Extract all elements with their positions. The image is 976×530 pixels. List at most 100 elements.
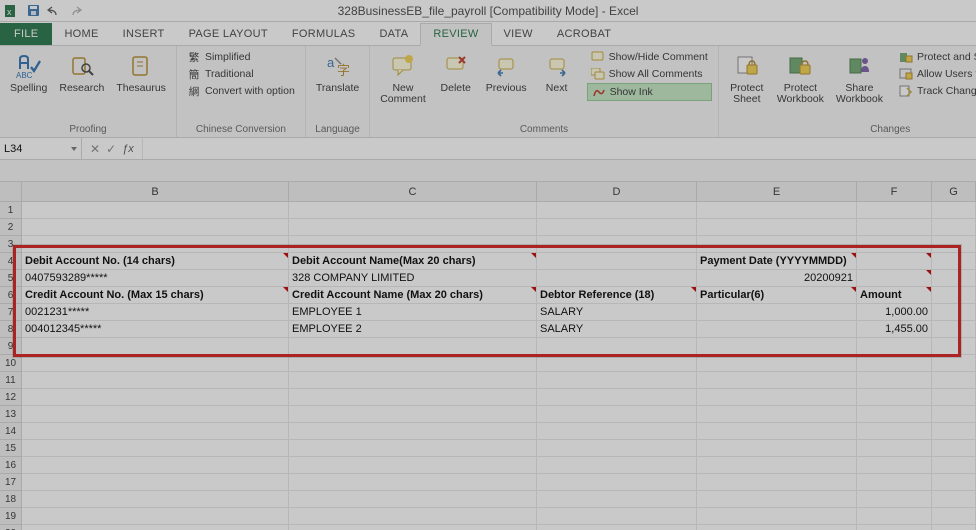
cell-C6[interactable]: Credit Account Name (Max 20 chars) — [289, 287, 537, 304]
row-header-3[interactable]: 3 — [0, 236, 22, 253]
svg-text:字: 字 — [337, 63, 350, 78]
cell-B5[interactable]: 0407593289***** — [22, 270, 289, 287]
cell-D8[interactable]: SALARY — [537, 321, 697, 338]
tab-acrobat[interactable]: ACROBAT — [545, 24, 623, 45]
row-header-5[interactable]: 5 — [0, 270, 22, 287]
group-comments-label: Comments — [376, 123, 712, 135]
convert-option-button[interactable]: 䋞Convert with option — [183, 83, 299, 99]
cell-C5[interactable]: 328 COMPANY LIMITED — [289, 270, 537, 287]
name-box[interactable]: L34 — [0, 138, 82, 159]
col-header-B[interactable]: B — [22, 182, 289, 202]
row-header-7[interactable]: 7 — [0, 304, 22, 321]
row-header-16[interactable]: 16 — [0, 457, 22, 474]
cell-D5[interactable] — [537, 270, 697, 287]
row-header-13[interactable]: 13 — [0, 406, 22, 423]
col-header-E[interactable]: E — [697, 182, 857, 202]
row-header-14[interactable]: 14 — [0, 423, 22, 440]
fx-label[interactable]: ƒx — [122, 143, 134, 155]
save-icon[interactable] — [25, 3, 41, 19]
cell-E4[interactable]: Payment Date (YYYYMMDD) — [697, 253, 857, 270]
col-header-G[interactable]: G — [932, 182, 976, 202]
tab-view[interactable]: VIEW — [492, 24, 545, 45]
cell-B8[interactable]: 004012345***** — [22, 321, 289, 338]
redo-icon[interactable] — [67, 3, 83, 19]
row-header-15[interactable]: 15 — [0, 440, 22, 457]
protect-workbook-button[interactable]: Protect Workbook — [773, 49, 828, 107]
row-header-6[interactable]: 6 — [0, 287, 22, 304]
translate-button[interactable]: a字 Translate — [312, 49, 363, 96]
cell-B6[interactable]: Credit Account No. (Max 15 chars) — [22, 287, 289, 304]
cell-D7[interactable]: SALARY — [537, 304, 697, 321]
row-header-18[interactable]: 18 — [0, 491, 22, 508]
cells-region[interactable]: Debit Account No. (14 chars) Debit Accou… — [22, 202, 976, 530]
cell-F5[interactable] — [857, 270, 932, 287]
cell-B4[interactable]: Debit Account No. (14 chars) — [22, 253, 289, 270]
tab-home[interactable]: HOME — [52, 24, 110, 45]
cell-F6[interactable]: Amount — [857, 287, 932, 304]
cell-F4[interactable] — [857, 253, 932, 270]
group-changes: Protect Sheet Protect Workbook Share Wor… — [719, 46, 976, 137]
formula-cancel-icon[interactable]: ✕ — [90, 142, 100, 156]
delete-comment-label: Delete — [441, 83, 471, 94]
tab-review[interactable]: REVIEW — [420, 23, 491, 46]
row-header-1[interactable]: 1 — [0, 202, 22, 219]
previous-comment-label: Previous — [486, 83, 527, 94]
spelling-button[interactable]: ABC Spelling — [6, 49, 51, 96]
cell-E7[interactable] — [697, 304, 857, 321]
protect-sheet-button[interactable]: Protect Sheet — [725, 49, 769, 107]
delete-comment-button[interactable]: Delete — [434, 49, 478, 96]
previous-comment-button[interactable]: Previous — [482, 49, 531, 96]
convert-label: Convert with option — [205, 85, 295, 97]
showhide-comment-button[interactable]: Show/Hide Comment — [587, 49, 712, 65]
tab-page-layout[interactable]: PAGE LAYOUT — [177, 24, 280, 45]
row-header-4[interactable]: 4 — [0, 253, 22, 270]
protect-share-button[interactable]: Protect and Share Workbook — [895, 49, 976, 65]
row-header-20[interactable]: 20 — [0, 525, 22, 530]
row-header-8[interactable]: 8 — [0, 321, 22, 338]
cell-C4[interactable]: Debit Account Name(Max 20 chars) — [289, 253, 537, 270]
row-header-11[interactable]: 11 — [0, 372, 22, 389]
cell-E6[interactable]: Particular(6) — [697, 287, 857, 304]
showall-comments-button[interactable]: Show All Comments — [587, 66, 712, 82]
col-header-F[interactable]: F — [857, 182, 932, 202]
share-workbook-button[interactable]: Share Workbook — [832, 49, 887, 107]
undo-icon[interactable] — [46, 3, 62, 19]
new-comment-button[interactable]: New Comment — [376, 49, 430, 107]
col-header-C[interactable]: C — [289, 182, 537, 202]
row-header-19[interactable]: 19 — [0, 508, 22, 525]
track-changes-button[interactable]: Track Changes▾ — [895, 83, 976, 99]
select-all-corner[interactable] — [0, 182, 22, 202]
translate-icon: a字 — [323, 51, 353, 81]
cell-D4[interactable] — [537, 253, 697, 270]
tab-formulas[interactable]: FORMULAS — [280, 24, 368, 45]
tab-file[interactable]: FILE — [0, 23, 52, 45]
col-header-D[interactable]: D — [537, 182, 697, 202]
row-header-17[interactable]: 17 — [0, 474, 22, 491]
cell-C7[interactable]: EMPLOYEE 1 — [289, 304, 537, 321]
cell-E8[interactable] — [697, 321, 857, 338]
next-comment-button[interactable]: Next — [535, 49, 579, 96]
simplified-button[interactable]: 繁Simplified — [183, 49, 299, 65]
cell-C8[interactable]: EMPLOYEE 2 — [289, 321, 537, 338]
simplified-label: Simplified — [205, 51, 251, 63]
tab-insert[interactable]: INSERT — [111, 24, 177, 45]
thesaurus-button[interactable]: Thesaurus — [112, 49, 170, 96]
cell-E5[interactable]: 20200921 — [697, 270, 857, 287]
research-button[interactable]: Research — [55, 49, 108, 96]
allow-ranges-button[interactable]: Allow Users to Edit Ranges — [895, 66, 976, 82]
row-header-9[interactable]: 9 — [0, 338, 22, 355]
tab-data[interactable]: DATA — [367, 24, 420, 45]
row-header-12[interactable]: 12 — [0, 389, 22, 406]
row-header-2[interactable]: 2 — [0, 219, 22, 236]
show-ink-button[interactable]: Show Ink — [587, 83, 712, 101]
cell-D6[interactable]: Debtor Reference (18) — [537, 287, 697, 304]
traditional-button[interactable]: 簡Traditional — [183, 66, 299, 82]
spreadsheet-grid[interactable]: BCDEFG 123456789101112131415161718192021… — [0, 182, 976, 530]
row-header-10[interactable]: 10 — [0, 355, 22, 372]
cell-B7[interactable]: 0021231***** — [22, 304, 289, 321]
formula-enter-icon[interactable]: ✓ — [106, 142, 116, 156]
next-comment-label: Next — [546, 83, 568, 94]
formula-input[interactable] — [143, 138, 976, 159]
cell-F8[interactable]: 1,455.00 — [857, 321, 932, 338]
cell-F7[interactable]: 1,000.00 — [857, 304, 932, 321]
